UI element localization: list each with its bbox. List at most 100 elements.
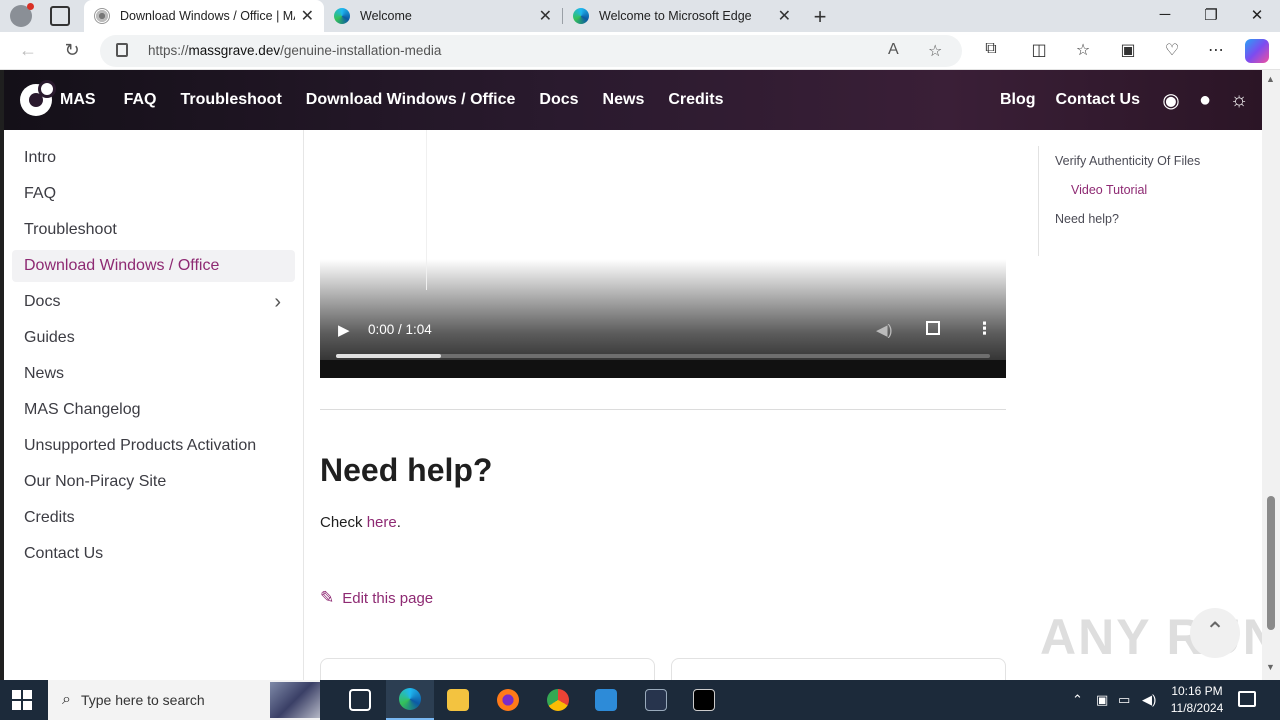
search-placeholder: Type here to search	[80, 692, 205, 708]
browser-toolbar: ← ↻ https://massgrave.dev/genuine-instal…	[0, 32, 1280, 70]
github-icon[interactable]: ●	[1194, 89, 1216, 112]
chrome-icon[interactable]	[534, 680, 582, 720]
edge-taskbar-icon[interactable]	[386, 680, 434, 720]
refresh-button[interactable]: ↻	[60, 40, 84, 61]
nav-blog[interactable]: Blog	[1000, 91, 1036, 109]
nav-troubleshoot[interactable]: Troubleshoot	[180, 91, 281, 109]
scroll-down-icon[interactable]: ▼	[1266, 662, 1275, 672]
nav-download-windows-office[interactable]: Download Windows / Office	[306, 91, 516, 109]
chevron-right-icon[interactable]: ›	[274, 291, 281, 314]
profile-avatar[interactable]	[10, 3, 34, 27]
file-explorer-icon[interactable]	[434, 680, 482, 720]
fullscreen-icon[interactable]	[926, 321, 940, 335]
check-paragraph: Check here.	[320, 514, 401, 531]
main-nav: FAQ Troubleshoot Download Windows / Offi…	[124, 91, 748, 109]
sidebar-item-mas-changelog[interactable]: MAS Changelog	[12, 394, 295, 426]
pagination-next[interactable]	[671, 658, 1006, 680]
tab-welcome[interactable]: Welcome ✕	[324, 0, 562, 32]
notification-icon[interactable]	[1238, 691, 1256, 707]
clock-time: 10:16 PM	[1171, 684, 1223, 698]
tab-welcome-edge[interactable]: Welcome to Microsoft Edge ✕	[563, 0, 801, 32]
restore-button[interactable]: ❐	[1196, 6, 1226, 24]
settings-more-icon[interactable]: ⋯	[1204, 40, 1228, 60]
nav-news[interactable]: News	[603, 91, 645, 109]
favorites-icon[interactable]: ☆	[1071, 40, 1095, 60]
network-icon[interactable]: ▭	[1118, 692, 1130, 708]
main-content: ▶ 0:00 / 1:04 ◀) ⋮ Need help? Check here…	[320, 130, 1006, 680]
copilot-icon[interactable]	[1245, 39, 1269, 63]
discord-icon[interactable]: ◉	[1160, 88, 1182, 113]
tab-actions-icon[interactable]	[50, 6, 70, 26]
read-aloud-icon[interactable]: A	[888, 41, 899, 59]
video-progress-track[interactable]	[336, 354, 990, 358]
video-buffer-bar	[336, 354, 441, 358]
windows-taskbar: ⌕ Type here to search ⌃ ▣ ▭ ◀) 10:16 PM …	[0, 680, 1280, 720]
sidebar-item-non-piracy-site[interactable]: Our Non-Piracy Site	[12, 466, 295, 498]
theme-sun-icon[interactable]: ☼	[1228, 89, 1250, 112]
browser-essentials-icon[interactable]: ♡	[1160, 40, 1184, 60]
url-text[interactable]: https://massgrave.dev/genuine-installati…	[148, 43, 441, 58]
sidebar-item-troubleshoot[interactable]: Troubleshoot	[12, 214, 295, 246]
collections-icon[interactable]: ▣	[1116, 40, 1140, 60]
sidebar-item-guides[interactable]: Guides	[12, 322, 295, 354]
docs-sidebar: Intro FAQ Troubleshoot Download Windows …	[4, 130, 304, 680]
taskbar-search-box[interactable]: ⌕ Type here to search	[48, 680, 320, 720]
volume-icon[interactable]: ◀)	[876, 321, 893, 339]
close-window-button[interactable]: ✕	[1242, 6, 1272, 24]
sidebar-item-credits[interactable]: Credits	[12, 502, 295, 534]
close-tab-icon[interactable]: ✕	[301, 6, 314, 26]
taskbar-clock[interactable]: 10:16 PM 11/8/2024	[1160, 683, 1234, 717]
sidebar-item-docs[interactable]: Docs ›	[12, 286, 295, 318]
close-tab-icon[interactable]: ✕	[539, 6, 552, 26]
pencil-icon: ✎	[320, 588, 335, 607]
sidebar-item-contact-us[interactable]: Contact Us	[12, 538, 295, 570]
volume-icon[interactable]: ◀)	[1142, 692, 1156, 708]
edit-label: Edit this page	[342, 589, 434, 607]
split-screen-icon[interactable]: ◫	[1027, 40, 1051, 60]
tab-title: Download Windows / Office | MAS	[120, 9, 295, 23]
site-logo[interactable]: MAS	[20, 80, 96, 116]
nav-contact-us[interactable]: Contact Us	[1056, 91, 1140, 109]
sidebar-item-unsupported-products[interactable]: Unsupported Products Activation	[12, 430, 295, 462]
close-tab-icon[interactable]: ✕	[778, 6, 791, 26]
command-prompt-icon[interactable]	[680, 680, 728, 720]
outlook-icon[interactable]	[582, 680, 630, 720]
video-player[interactable]: ▶ 0:00 / 1:04 ◀) ⋮	[320, 130, 1006, 378]
scroll-up-icon[interactable]: ▲	[1266, 74, 1275, 84]
here-link[interactable]: here	[367, 514, 397, 531]
need-help-heading: Need help?	[320, 452, 493, 488]
toc-item-video-tutorial[interactable]: Video Tutorial	[1055, 175, 1248, 204]
sidebar-item-download-windows-office[interactable]: Download Windows / Office	[12, 250, 295, 282]
favorite-star-icon[interactable]: ☆	[928, 41, 942, 61]
tray-chevron-up-icon[interactable]: ⌃	[1072, 692, 1083, 708]
page-scrollbar[interactable]: ▲ ▼	[1262, 70, 1280, 680]
sidebar-item-news[interactable]: News	[12, 358, 295, 390]
search-highlight-image	[270, 682, 320, 718]
pagination-previous[interactable]	[320, 658, 655, 680]
minimize-button[interactable]: ─	[1150, 6, 1180, 23]
sidebar-item-intro[interactable]: Intro	[12, 142, 295, 174]
nav-docs[interactable]: Docs	[539, 91, 578, 109]
address-bar[interactable]: https://massgrave.dev/genuine-installati…	[100, 35, 962, 67]
extensions-icon[interactable]: ⧉	[979, 40, 1003, 58]
powershell-icon[interactable]	[632, 680, 680, 720]
task-view-icon[interactable]	[336, 680, 384, 720]
tab-download-windows[interactable]: Download Windows / Office | MAS ✕	[84, 0, 324, 32]
back-to-top-button[interactable]: ⌃	[1190, 608, 1240, 658]
edit-this-page-link[interactable]: ✎ Edit this page	[320, 588, 433, 608]
lock-icon[interactable]	[116, 43, 128, 57]
scrollbar-thumb[interactable]	[1267, 496, 1275, 630]
back-button[interactable]: ←	[16, 40, 40, 61]
nav-credits[interactable]: Credits	[668, 91, 723, 109]
windows-start-icon[interactable]	[12, 690, 32, 710]
play-icon[interactable]: ▶	[338, 321, 350, 339]
nav-faq[interactable]: FAQ	[124, 91, 157, 109]
sidebar-item-faq[interactable]: FAQ	[12, 178, 295, 210]
new-tab-button[interactable]: +	[808, 4, 832, 30]
firefox-icon[interactable]	[484, 680, 532, 720]
more-options-icon[interactable]: ⋮	[976, 319, 993, 339]
edge-favicon-icon	[334, 8, 350, 24]
toc-item-verify-authenticity[interactable]: Verify Authenticity Of Files	[1055, 146, 1248, 175]
toc-item-need-help[interactable]: Need help?	[1055, 204, 1248, 233]
tray-device-icon[interactable]: ▣	[1096, 692, 1108, 708]
